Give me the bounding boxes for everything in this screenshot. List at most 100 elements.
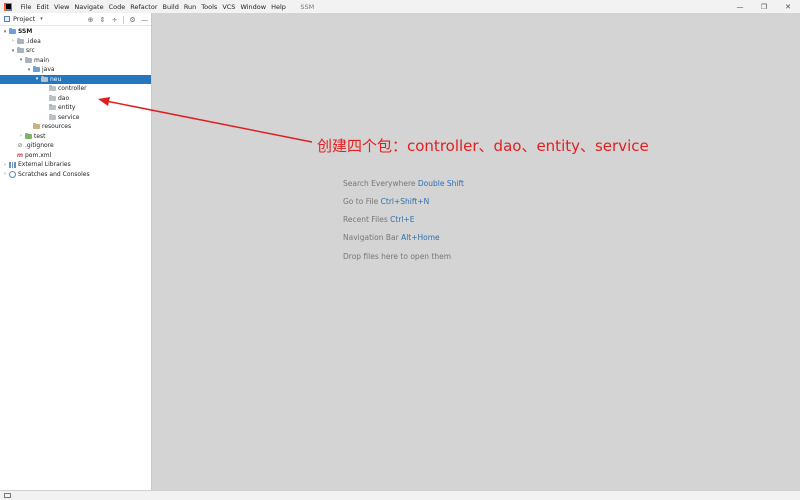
tree-item-label: pom.xml: [25, 151, 52, 159]
tree-item-label: External Libraries: [18, 161, 71, 169]
tree-item-controller[interactable]: controller: [0, 84, 151, 94]
tree-item-label: .gitignore: [25, 142, 54, 150]
tree-item-label: dao: [58, 94, 70, 102]
menu-edit[interactable]: Edit: [34, 3, 52, 11]
tree-item-idea[interactable]: › .idea: [0, 37, 151, 47]
tree-item-neu[interactable]: ▾ neu: [0, 74, 151, 84]
tree-item-service[interactable]: service: [0, 113, 151, 123]
chevron-right-icon[interactable]: ›: [10, 38, 16, 44]
tree-item-label: .idea: [26, 37, 41, 45]
annotation-text: 创建四个包：controller、dao、entity、service: [317, 137, 649, 155]
menu-window[interactable]: Window: [238, 3, 269, 11]
tree-item-pom[interactable]: m pom.xml: [0, 151, 151, 161]
hint-text: Recent Files: [343, 215, 388, 224]
gitignore-file-icon: ⊘: [17, 142, 23, 150]
package-icon: [49, 104, 56, 111]
scratches-icon: [9, 170, 16, 178]
chevron-down-icon[interactable]: ▾: [34, 76, 40, 82]
hint-drop-files: Drop files here to open them: [343, 252, 451, 261]
chevron-down-icon[interactable]: ▾: [26, 67, 32, 73]
tree-item-entity[interactable]: entity: [0, 103, 151, 113]
editor-empty-area[interactable]: 创建四个包：controller、dao、entity、service Sear…: [153, 13, 800, 490]
tree-item-scratches[interactable]: › Scratches and Consoles: [0, 170, 151, 180]
tree-item-external-libraries[interactable]: › External Libraries: [0, 160, 151, 170]
tree-item-gitignore[interactable]: ⊘ .gitignore: [0, 141, 151, 151]
hint-text: Go to File: [343, 197, 379, 206]
package-icon: [49, 85, 56, 92]
collapse-all-icon[interactable]: ⇕: [99, 16, 106, 24]
tree-item-java[interactable]: ▾ java: [0, 65, 151, 75]
intellij-logo-icon: [4, 2, 12, 11]
menu-help[interactable]: Help: [269, 3, 289, 11]
restore-button[interactable]: ❐: [752, 0, 776, 13]
hint-text: Navigation Bar: [343, 233, 399, 242]
menu-code[interactable]: Code: [106, 3, 128, 11]
project-view-icon: [4, 16, 10, 22]
hint-shortcut: Alt+Home: [401, 233, 440, 242]
test-folder-icon: [25, 132, 32, 139]
tree-item-label: SSM: [18, 28, 33, 36]
libraries-icon: [9, 161, 16, 168]
project-tool-window: Project ▾ ⊕ ⇕ ÷ ⚙ — ▾ SSM › .idea ▾ src …: [0, 13, 152, 490]
hint-text: Drop files here to open them: [343, 252, 452, 261]
chevron-right-icon[interactable]: ›: [2, 171, 8, 177]
toggle-tool-windows-icon[interactable]: [4, 493, 11, 498]
folder-icon: [25, 56, 32, 63]
menu-file[interactable]: File: [18, 3, 34, 11]
menu-refactor[interactable]: Refactor: [128, 3, 160, 11]
menu-build[interactable]: Build: [160, 3, 181, 11]
hint-shortcut: Ctrl+E: [390, 215, 415, 224]
tree-item-label: test: [34, 132, 46, 140]
hide-panel-icon[interactable]: —: [141, 16, 148, 24]
menu-view[interactable]: View: [51, 3, 71, 11]
hint-recent-files: Recent Files Ctrl+E: [343, 215, 415, 224]
locate-file-icon[interactable]: ⊕: [87, 16, 94, 24]
maven-file-icon: m: [16, 151, 24, 159]
tree-item-resources[interactable]: resources: [0, 122, 151, 132]
toolbar-divider: [123, 15, 124, 24]
resources-folder-icon: [33, 123, 40, 130]
tree-item-ssm[interactable]: ▾ SSM: [0, 27, 151, 37]
tree-item-label: entity: [58, 104, 76, 112]
tree-item-label: service: [58, 113, 80, 121]
package-icon: [41, 75, 48, 82]
project-panel-header: Project ▾ ⊕ ⇕ ÷ ⚙ —: [0, 13, 151, 26]
gear-icon[interactable]: ⚙: [129, 16, 136, 24]
package-icon: [49, 113, 56, 120]
menu-bar: File Edit View Navigate Code Refactor Bu…: [18, 3, 288, 11]
project-panel-toolbar: ⊕ ⇕ ÷ ⚙ —: [87, 13, 148, 26]
chevron-right-icon[interactable]: ›: [18, 133, 24, 139]
tree-item-dao[interactable]: dao: [0, 94, 151, 104]
project-panel-title[interactable]: Project: [13, 15, 35, 23]
menu-navigate[interactable]: Navigate: [72, 3, 106, 11]
chevron-down-icon[interactable]: ▾: [18, 57, 24, 63]
chevron-down-icon[interactable]: ▾: [10, 48, 16, 54]
tree-item-test[interactable]: › test: [0, 132, 151, 142]
hint-shortcut: Double Shift: [417, 179, 464, 188]
package-icon: [49, 94, 56, 101]
tree-item-label: Scratches and Consoles: [18, 170, 90, 178]
tree-item-label: resources: [42, 123, 72, 131]
tree-item-label: neu: [50, 75, 62, 83]
hint-search-everywhere: Search Everywhere Double Shift: [343, 179, 464, 188]
tree-item-label: main: [34, 56, 49, 64]
hint-navigation-bar: Navigation Bar Alt+Home: [343, 233, 440, 242]
chevron-right-icon[interactable]: ›: [2, 162, 8, 168]
folder-icon: [17, 37, 24, 44]
hint-text: Search Everywhere: [343, 179, 416, 188]
tree-item-label: java: [42, 66, 55, 74]
chevron-down-icon[interactable]: ▾: [2, 29, 8, 35]
hint-go-to-file: Go to File Ctrl+Shift+N: [343, 197, 429, 206]
close-button[interactable]: ✕: [776, 0, 800, 13]
chevron-down-icon[interactable]: ▾: [40, 16, 43, 22]
menu-vcs[interactable]: VCS: [220, 3, 238, 11]
window-controls: — ❐ ✕: [728, 0, 800, 13]
minimize-button[interactable]: —: [728, 0, 752, 13]
folder-icon: [17, 47, 24, 54]
menu-run[interactable]: Run: [181, 3, 198, 11]
tree-item-main[interactable]: ▾ main: [0, 56, 151, 66]
tree-item-src[interactable]: ▾ src: [0, 46, 151, 56]
menu-tools[interactable]: Tools: [199, 3, 220, 11]
module-folder-icon: [9, 28, 16, 35]
expand-all-icon[interactable]: ÷: [111, 16, 118, 24]
